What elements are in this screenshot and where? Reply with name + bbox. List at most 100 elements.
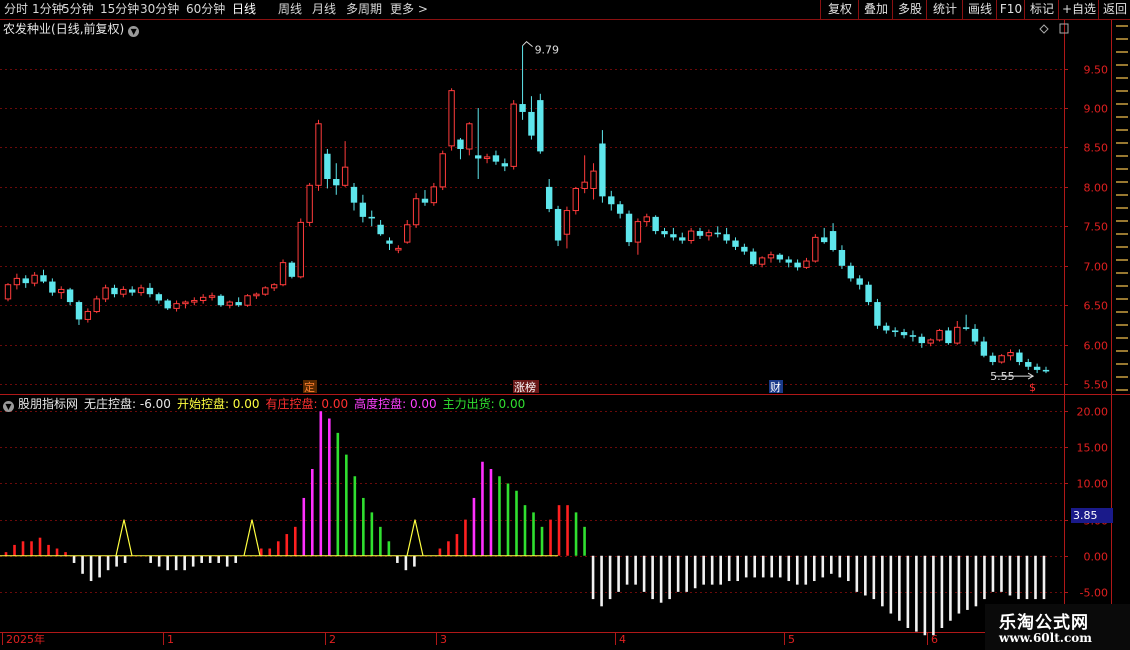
indicator-label: 20.00 (1077, 406, 1109, 419)
time-label: 2025年 (6, 632, 45, 646)
candle-body (723, 234, 730, 241)
candle-body (767, 254, 775, 259)
candle-body (137, 287, 145, 294)
diamond-icon (1039, 24, 1049, 34)
candle-body (217, 295, 225, 306)
candle-body (1025, 362, 1032, 367)
candle-body (679, 237, 686, 241)
candle-body (1033, 366, 1041, 370)
candle-body (66, 289, 74, 303)
indicator-item-0: 无庄控盘: -6.00 (84, 397, 171, 411)
candle-body (359, 202, 367, 217)
candle-body (412, 198, 420, 226)
time-label: 1 (167, 633, 174, 646)
candle-body (936, 329, 943, 341)
candle-body (874, 302, 881, 326)
candle-body (634, 221, 642, 243)
candle-body (758, 257, 766, 265)
high-label: 9.79 (535, 44, 560, 57)
candle-body (448, 90, 455, 147)
candle-body (590, 170, 597, 189)
price-label: 9.00 (1084, 103, 1109, 116)
candle-body (510, 103, 517, 167)
indicator-item-2: 有庄控盘: 0.00 (265, 397, 349, 411)
candle-body (315, 123, 322, 186)
candle-body (457, 139, 464, 150)
start-control-peak (406, 519, 424, 556)
candle-body (829, 231, 837, 250)
candle-body (1007, 352, 1014, 357)
candle-body (31, 274, 38, 284)
candle-body (182, 301, 189, 305)
candle-body (545, 186, 553, 209)
candle-body (253, 293, 260, 297)
candle-body (528, 111, 535, 136)
candle-body (652, 216, 659, 232)
price-label: 6.50 (1084, 300, 1109, 313)
candle-body (475, 155, 482, 159)
candle-body (13, 277, 21, 286)
candle-body (616, 204, 624, 214)
candle-body (563, 210, 571, 235)
candle-body (368, 216, 375, 219)
candle-body (537, 100, 544, 152)
candle-body (93, 298, 100, 313)
candle-body (155, 294, 163, 301)
candle-body (173, 303, 180, 309)
candle-body (670, 234, 677, 238)
candle-body (998, 355, 1005, 363)
candle-body (75, 302, 83, 320)
candle-body (49, 281, 56, 293)
time-label: 4 (619, 633, 626, 646)
candle-body (1042, 369, 1050, 372)
price-label: 7.50 (1084, 221, 1109, 234)
indicator-item-4: 主力出货: 0.00 (442, 397, 526, 411)
candle-body (696, 231, 704, 236)
current-value-marker: 3.85 (1071, 508, 1113, 523)
candle-body (962, 327, 970, 329)
candle-body (288, 262, 296, 277)
candle-body (741, 246, 748, 252)
candle-body (945, 330, 952, 344)
candle-body (608, 196, 615, 205)
candle-body (732, 240, 739, 247)
event-tag: 财 (770, 380, 781, 394)
watermark-url: www.60lt.com (999, 631, 1092, 645)
price-label: 8.50 (1084, 142, 1109, 155)
candle-body (971, 328, 979, 342)
candle-body (883, 325, 890, 331)
event-tag: 涨榜 (514, 380, 536, 394)
candle-body (705, 232, 713, 237)
candle-body (164, 300, 171, 309)
candle-body (430, 186, 438, 204)
kline-chart[interactable]: 9.50 9.00 8.50 8.00 7.50 7.00 6.50 6.00 5.50 9.79… (0, 0, 1130, 650)
candle-body (821, 237, 828, 243)
candle-body (847, 265, 855, 279)
candle-body (785, 259, 792, 263)
candle-body (84, 311, 92, 320)
candle-body (1016, 352, 1023, 363)
candle-body (687, 230, 695, 242)
candle-body (803, 260, 810, 268)
candle-body (404, 224, 411, 243)
candle-body (714, 232, 721, 235)
candle-body (865, 284, 872, 303)
event-tag: 定 (304, 380, 315, 394)
candle-body (501, 163, 509, 167)
candle-body (483, 156, 491, 159)
candle-body (891, 330, 899, 333)
high-marker (522, 41, 533, 48)
candle-body (519, 104, 526, 112)
candle-body (377, 224, 384, 235)
candle-body (918, 336, 925, 344)
candle-body (909, 335, 917, 337)
candle-body (120, 288, 127, 295)
candle-body (395, 247, 402, 251)
indicator-menu-icon[interactable]: ▼ (3, 401, 14, 412)
candle-body (661, 231, 668, 235)
watermark: 乐淘公式网 www.60lt.com (985, 604, 1130, 650)
candle-body (750, 251, 757, 265)
candle-body (980, 341, 988, 356)
watermark-title: 乐淘公式网 (999, 613, 1089, 633)
candle-body (4, 284, 12, 300)
